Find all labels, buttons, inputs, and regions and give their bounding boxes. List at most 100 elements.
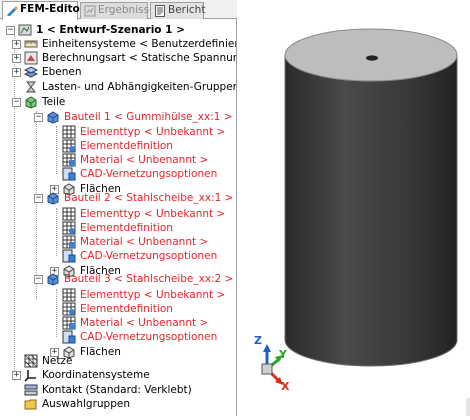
tree-item-label: Elementtyp < Unbekannt > bbox=[80, 208, 226, 220]
contact-icon bbox=[24, 384, 38, 396]
tree-item-lasten[interactable]: Lasten- und Abhängigkeiten-Gruppen bbox=[6, 80, 236, 95]
tree-item-cad-vernetzung[interactable]: CAD-Vernetzungsoptionen bbox=[50, 167, 236, 182]
tree-item-label: Bauteil 2 < Stahlscheibe_xx:1 > bbox=[64, 192, 234, 204]
cylinder-model[interactable] bbox=[284, 28, 458, 367]
model-canvas: Z Y X bbox=[254, 28, 458, 393]
tree-item-cad-vernetzung[interactable]: CAD-Vernetzungsoptionen bbox=[50, 249, 236, 264]
tree-item-label: Lasten- und Abhängigkeiten-Gruppen bbox=[42, 81, 236, 93]
tab-label: Ergebnisse bbox=[98, 4, 156, 16]
tree-item-netze[interactable]: Netze bbox=[6, 354, 236, 369]
tree-item-label: Material < Unbenannt > bbox=[80, 154, 209, 166]
tree-item-label: CAD-Vernetzungsoptionen bbox=[80, 168, 218, 180]
tab-bericht[interactable]: Bericht bbox=[150, 2, 206, 19]
tab-label: Bericht bbox=[168, 4, 206, 16]
loads-constraints-icon bbox=[25, 81, 37, 93]
coordinate-system-icon bbox=[24, 370, 36, 382]
scenario-icon bbox=[18, 24, 32, 36]
tree-item-label: Material < Unbenannt > bbox=[80, 317, 209, 329]
element-definition-icon bbox=[62, 302, 76, 316]
tab-ergebnisse[interactable]: Ergebnisse bbox=[80, 2, 156, 19]
tree-item-bauteil-3[interactable]: − Bauteil 3 < Stahlscheibe_xx:2 > bbox=[28, 272, 236, 287]
tree-item-label: Teile bbox=[42, 96, 66, 108]
cad-mesh-icon bbox=[62, 249, 76, 263]
tree-item-elementtyp[interactable]: Elementtyp < Unbekannt > bbox=[50, 288, 236, 303]
tab-bar: FEM-Editor Ergebnisse Bericht bbox=[0, 0, 237, 20]
cylinder-top-face bbox=[284, 28, 458, 82]
tree-item-bauteil-2[interactable]: − Bauteil 2 < Stahlscheibe_xx:1 > bbox=[28, 191, 236, 206]
tree-item-material[interactable]: Material < Unbenannt > bbox=[50, 316, 236, 331]
expand-toggle[interactable]: + bbox=[12, 40, 21, 49]
collapse-toggle[interactable]: − bbox=[34, 194, 43, 203]
tab-label: FEM-Editor bbox=[20, 3, 85, 15]
material-icon bbox=[62, 235, 76, 249]
tree-item-root[interactable]: − 1 < Entwurf-Szenario 1 > bbox=[6, 23, 236, 38]
tree-item-einheitensysteme[interactable]: + Einheitensysteme < Benutzerdefiniert > bbox=[6, 37, 236, 52]
collapse-toggle[interactable]: − bbox=[34, 113, 43, 122]
tree-item-label: Bauteil 3 < Stahlscheibe_xx:2 > bbox=[64, 273, 234, 285]
tree-item-auswahlgruppen[interactable]: Auswahlgruppen bbox=[6, 397, 236, 412]
layers-icon bbox=[24, 66, 38, 78]
tree-item-berechnungsart[interactable]: + Berechnungsart < Statische Spannung mi… bbox=[6, 51, 236, 66]
view-triad[interactable]: Z Y X bbox=[254, 334, 290, 393]
tree-item-label: Elementtyp < Unbekannt > bbox=[80, 126, 226, 138]
tree-item-cad-vernetzung[interactable]: CAD-Vernetzungsoptionen bbox=[50, 330, 236, 345]
material-icon bbox=[62, 316, 76, 330]
tree-item-label: Koordinatensysteme bbox=[42, 369, 150, 381]
viewport-corner bbox=[466, 398, 470, 416]
fem-browser-panel: FEM-Editor Ergebnisse Bericht − 1 < Entw… bbox=[0, 0, 237, 416]
tree-item-elementdefinition[interactable]: Elementdefinition bbox=[50, 139, 236, 154]
tab-fem-editor[interactable]: FEM-Editor bbox=[2, 1, 85, 20]
tree-item-label: Berechnungsart < Statische Spannung mit … bbox=[42, 52, 236, 64]
tree-item-label: Einheitensysteme < Benutzerdefiniert > bbox=[42, 38, 236, 50]
expand-toggle[interactable]: + bbox=[12, 68, 21, 77]
tree-item-ebenen[interactable]: + Ebenen bbox=[6, 65, 236, 80]
expand-toggle[interactable]: + bbox=[12, 54, 21, 63]
collapse-toggle[interactable]: − bbox=[12, 98, 21, 107]
results-icon bbox=[84, 5, 96, 17]
tree-item-bauteil-1[interactable]: − Bauteil 1 < Gummihülse_xx:1 > bbox=[28, 110, 236, 125]
parts-icon bbox=[25, 96, 37, 109]
units-icon bbox=[24, 40, 38, 48]
tree-item-label: Elementdefinition bbox=[80, 303, 173, 315]
z-axis-arrow bbox=[263, 344, 271, 352]
tree-item-label: Elementdefinition bbox=[80, 222, 173, 234]
cylinder-side bbox=[284, 54, 458, 367]
folder-icon bbox=[24, 399, 37, 410]
tree-item-label: Ebenen bbox=[42, 66, 82, 78]
tree-item-material[interactable]: Material < Unbenannt > bbox=[50, 153, 236, 168]
tree-item-label: CAD-Vernetzungsoptionen bbox=[80, 250, 218, 262]
expand-toggle[interactable]: + bbox=[12, 371, 21, 380]
collapse-toggle[interactable]: − bbox=[6, 26, 15, 35]
tree-item-label: Material < Unbenannt > bbox=[80, 236, 209, 248]
tree-item-label: 1 < Entwurf-Szenario 1 > bbox=[36, 24, 185, 36]
tree-item-elementtyp[interactable]: Elementtyp < Unbekannt > bbox=[50, 125, 236, 140]
tree-item-label: Auswahlgruppen bbox=[42, 398, 130, 410]
tree-item-label: Elementdefinition bbox=[80, 140, 173, 152]
mesh-icon bbox=[24, 354, 38, 368]
collapse-toggle[interactable]: − bbox=[34, 275, 43, 284]
z-axis-label: Z bbox=[254, 334, 262, 347]
triad-origin-cube bbox=[261, 363, 273, 375]
x-axis-label: X bbox=[281, 380, 290, 393]
tree-item-elementtyp[interactable]: Elementtyp < Unbekannt > bbox=[50, 207, 236, 222]
element-definition-icon bbox=[62, 139, 76, 153]
cad-mesh-icon bbox=[62, 330, 76, 344]
fem-editor-icon bbox=[7, 6, 18, 16]
tree-item-elementdefinition[interactable]: Elementdefinition bbox=[50, 221, 236, 236]
tree-item-kontakt[interactable]: Kontakt (Standard: Verklebt) bbox=[6, 383, 236, 398]
part-icon bbox=[47, 192, 59, 205]
tree-item-koordinatensysteme[interactable]: + Koordinatensysteme bbox=[6, 368, 236, 383]
y-axis-label: Y bbox=[278, 348, 288, 361]
tree-item-material[interactable]: Material < Unbenannt > bbox=[50, 235, 236, 250]
cad-mesh-icon bbox=[62, 167, 76, 181]
report-icon bbox=[155, 5, 165, 17]
tree-item-label: Bauteil 1 < Gummihülse_xx:1 > bbox=[64, 111, 233, 123]
center-hole bbox=[366, 55, 378, 61]
part-icon bbox=[47, 273, 59, 286]
element-definition-icon bbox=[62, 221, 76, 235]
tree-item-elementdefinition[interactable]: Elementdefinition bbox=[50, 302, 236, 317]
3d-viewport[interactable]: Z Y X bbox=[238, 0, 470, 416]
element-type-icon bbox=[62, 207, 76, 221]
part-icon bbox=[47, 111, 59, 124]
tree-item-teile[interactable]: − Teile bbox=[6, 95, 236, 110]
